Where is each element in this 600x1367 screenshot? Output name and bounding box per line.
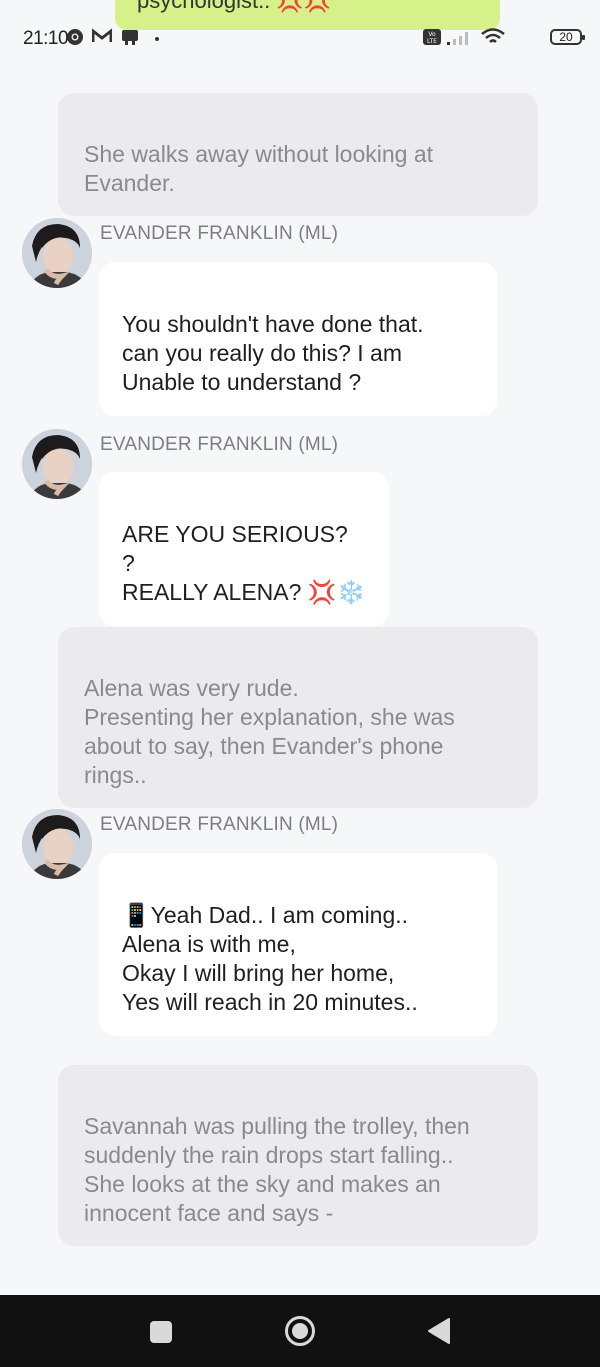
wifi-icon (480, 28, 506, 51)
status-right: Vo LTE 20 (422, 28, 585, 51)
avatar[interactable] (22, 218, 92, 288)
narration-text: Savannah was pulling the trolley, then s… (84, 1113, 470, 1226)
status-bar: 21:10 Vo LTE 20 (0, 22, 600, 56)
notification-text: psychologist.. 💢💢 (137, 0, 332, 13)
narration-block: Savannah was pulling the trolley, then s… (58, 1065, 538, 1246)
navigation-bar (0, 1295, 600, 1367)
speaker-name: EVANDER FRANKLIN (ML) (100, 814, 339, 835)
gmail-icon (91, 27, 113, 49)
recents-button[interactable] (149, 1320, 173, 1349)
message-text: 📱Yeah Dad.. I am coming.. Alena is with … (122, 902, 418, 1015)
svg-text:Vo: Vo (428, 31, 436, 38)
narration-block: Alena was very rude. Presenting her expl… (58, 627, 538, 808)
recents-icon (150, 1321, 172, 1343)
home-button[interactable] (284, 1315, 316, 1352)
message-bubble[interactable]: You shouldn't have done that. can you re… (99, 262, 497, 416)
narration-text: Alena was very rude. Presenting her expl… (84, 675, 455, 788)
speaker-name: EVANDER FRANKLIN (ML) (100, 434, 339, 455)
notification-icon (120, 28, 140, 51)
message-bubble[interactable]: 📱Yeah Dad.. I am coming.. Alena is with … (99, 853, 497, 1036)
dot-icon (154, 28, 160, 51)
chrome-icon (66, 28, 84, 51)
speaker-name: EVANDER FRANKLIN (ML) (100, 223, 339, 244)
avatar[interactable] (22, 429, 92, 499)
message-text: You shouldn't have done that. can you re… (122, 311, 424, 395)
home-icon (285, 1316, 315, 1346)
message-bubble[interactable]: ARE YOU SERIOUS? ? REALLY ALENA? 💢❄️ (99, 472, 389, 626)
back-button[interactable] (427, 1317, 451, 1350)
status-time: 21:10 (23, 28, 69, 49)
narration-text: She walks away without looking at Evande… (84, 141, 434, 196)
message-text: ARE YOU SERIOUS? ? REALLY ALENA? 💢❄️ (122, 521, 366, 605)
back-icon (428, 1318, 450, 1344)
volte-icon: Vo LTE (422, 28, 444, 51)
signal-icon (446, 28, 474, 51)
narration-block: She walks away without looking at Evande… (58, 93, 538, 216)
avatar[interactable] (22, 809, 92, 879)
battery-icon: 20 (550, 29, 585, 45)
svg-text:LTE: LTE (427, 38, 437, 45)
battery-level: 20 (559, 30, 573, 44)
